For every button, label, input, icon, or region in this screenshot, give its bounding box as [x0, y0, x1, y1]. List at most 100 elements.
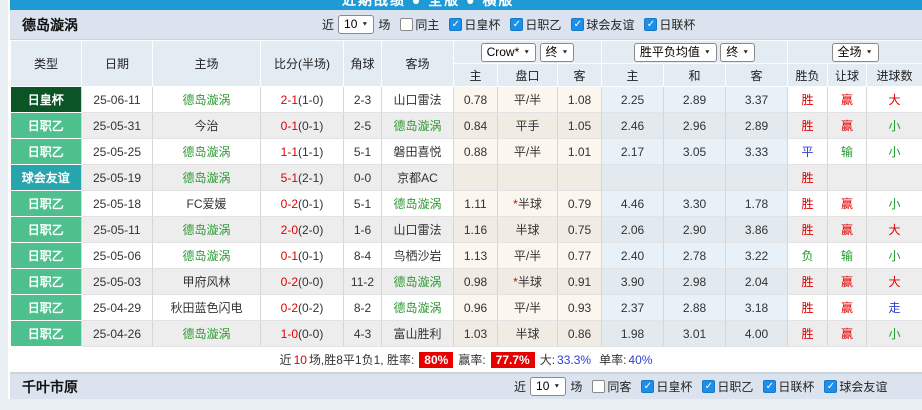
col-header-corner: 角球	[344, 41, 382, 87]
filter-checkbox-away-3[interactable]: ✓球会友谊	[824, 378, 887, 395]
checkbox-checked-icon[interactable]: ✓	[824, 380, 837, 393]
avg-odds-win: 2.17	[602, 139, 664, 165]
full-time-score: 1-0	[281, 327, 298, 341]
filter-checkbox-home-2[interactable]: ✓球会友谊	[571, 16, 634, 33]
chevron-down-icon: ▼	[553, 380, 560, 394]
corner-score: 8-4	[344, 243, 382, 269]
match-type-badge: 球会友谊	[11, 165, 82, 191]
col-header-type: 类型	[11, 41, 82, 87]
match-type-badge: 日皇杯	[11, 87, 82, 113]
handicap-odds-home: 0.98	[454, 269, 498, 295]
goals-result	[867, 165, 922, 191]
same-venue-checkbox-away[interactable]: 同客	[592, 378, 631, 395]
checkbox-checked-icon[interactable]: ✓	[571, 18, 584, 31]
col-subheader-odds-away: 客	[558, 64, 602, 87]
top-tabs-label: 近期战绩 ● 全版 ● 横版	[342, 0, 514, 10]
match-type-badge: 日职乙	[11, 295, 82, 321]
avg-odds-draw: 2.88	[664, 295, 726, 321]
scope-select[interactable]: 全场▼	[832, 43, 879, 62]
odds-time-select-2[interactable]: 终▼	[720, 43, 755, 62]
full-time-score: 0-1	[281, 119, 298, 133]
filter-checkbox-away-2[interactable]: ✓日联杯	[763, 378, 814, 395]
filter-checkbox-away-1[interactable]: ✓日职乙	[702, 378, 753, 395]
same-venue-checkbox-home[interactable]: 同主	[400, 16, 439, 33]
scope-select-cell: 全场▼	[788, 41, 922, 64]
handicap-line: 半球	[498, 321, 558, 347]
recent-label: 近	[322, 16, 334, 33]
goals-result: 大	[867, 217, 922, 243]
score-cell: 1-0(0-0)	[261, 321, 344, 347]
home-team: 甲府风林	[153, 269, 261, 295]
odds-time-select-1[interactable]: 终▼	[540, 43, 575, 62]
filter-checkbox-home-0[interactable]: ✓日皇杯	[449, 16, 500, 33]
avg-odds-lose: 3.22	[726, 243, 788, 269]
match-type-badge: 日职乙	[11, 321, 82, 347]
handicap-line: *半球	[498, 191, 558, 217]
result-badge: 胜	[788, 87, 828, 113]
avg-odds-win: 4.46	[602, 191, 664, 217]
full-time-score: 0-2	[281, 197, 298, 211]
home-team: 德岛漩涡	[153, 217, 261, 243]
match-date: 25-05-31	[82, 113, 153, 139]
score-cell: 1-1(1-1)	[261, 139, 344, 165]
score-cell: 2-1(1-0)	[261, 87, 344, 113]
avg-odds-win: 3.90	[602, 269, 664, 295]
handicap-odds-away: 0.86	[558, 321, 602, 347]
col-subheader-avg-win: 主	[602, 64, 664, 87]
half-time-score: (1-1)	[298, 145, 323, 159]
filter-checkbox-away-0[interactable]: ✓日皇杯	[641, 378, 692, 395]
handicap-line: 平/半	[498, 295, 558, 321]
away-team: 德岛漩涡	[382, 113, 454, 139]
unit-label: 场	[378, 16, 390, 33]
chevron-down-icon: ▼	[562, 45, 569, 59]
handicap-win-rate-badge: 77.7%	[491, 352, 535, 368]
half-time-score: (2-1)	[298, 171, 323, 185]
recent-matches-table: 类型 日期 主场 比分(半场) 角球 客场 Crow*▼ 终▼ 胜平负均值▼ 终…	[10, 40, 922, 347]
table-row: 日职乙25-05-31今治0-1(0-1)2-5德岛漩涡0.84平手1.052.…	[11, 113, 922, 139]
checkbox-unchecked-icon[interactable]	[400, 18, 413, 31]
avg-odds-draw: 3.05	[664, 139, 726, 165]
handicap-odds-home: 0.88	[454, 139, 498, 165]
checkbox-unchecked-icon[interactable]	[592, 380, 605, 393]
goals-result: 小	[867, 113, 922, 139]
avg-source-select[interactable]: 胜平负均值▼	[634, 43, 717, 62]
checkbox-checked-icon[interactable]: ✓	[449, 18, 462, 31]
home-team: 德岛漩涡	[153, 87, 261, 113]
avg-odds-selects-cell: 胜平负均值▼ 终▼	[602, 41, 788, 64]
table-row: 日皇杯25-06-11德岛漩涡2-1(1-0)2-3山口雷法0.78平/半1.0…	[11, 87, 922, 113]
checkbox-checked-icon[interactable]: ✓	[702, 380, 715, 393]
match-date: 25-05-03	[82, 269, 153, 295]
checkbox-checked-icon[interactable]: ✓	[641, 380, 654, 393]
home-team: 德岛漩涡	[153, 243, 261, 269]
handicap-line: 平/半	[498, 87, 558, 113]
avg-odds-win	[602, 165, 664, 191]
match-date: 25-05-11	[82, 217, 153, 243]
handicap-odds-away: 1.05	[558, 113, 602, 139]
col-subheader-odds-home: 主	[454, 64, 498, 87]
handicap-odds-home: 0.78	[454, 87, 498, 113]
handicap-odds-home	[454, 165, 498, 191]
filter-checkbox-home-3[interactable]: ✓日联杯	[644, 16, 695, 33]
checkbox-checked-icon[interactable]: ✓	[510, 18, 523, 31]
top-tabs-bar[interactable]: 近期战绩 ● 全版 ● 横版	[10, 0, 922, 10]
half-time-score: (0-1)	[298, 119, 323, 133]
checkbox-checked-icon[interactable]: ✓	[644, 18, 657, 31]
match-count-select-home[interactable]: 10▼	[338, 15, 374, 34]
match-date: 25-05-19	[82, 165, 153, 191]
match-count-select-away[interactable]: 10▼	[530, 377, 566, 396]
half-time-score: (2-0)	[298, 223, 323, 237]
avg-odds-draw: 3.30	[664, 191, 726, 217]
avg-odds-lose: 4.00	[726, 321, 788, 347]
col-subheader-goals: 进球数	[867, 64, 922, 87]
odds-source-select[interactable]: Crow*▼	[481, 43, 537, 62]
handicap-odds-away: 1.01	[558, 139, 602, 165]
away-team: 德岛漩涡	[382, 269, 454, 295]
filter-checkbox-home-0-label: 日皇杯	[464, 16, 500, 33]
table-row: 日职乙25-04-26德岛漩涡1-0(0-0)4-3富山胜利1.03半球0.86…	[11, 321, 922, 347]
handicap-result: 输	[828, 243, 867, 269]
result-badge: 胜	[788, 295, 828, 321]
checkbox-checked-icon[interactable]: ✓	[763, 380, 776, 393]
filter-checkbox-home-1[interactable]: ✓日职乙	[510, 16, 561, 33]
result-badge: 胜	[788, 217, 828, 243]
col-subheader-handicap-result: 让球	[828, 64, 867, 87]
